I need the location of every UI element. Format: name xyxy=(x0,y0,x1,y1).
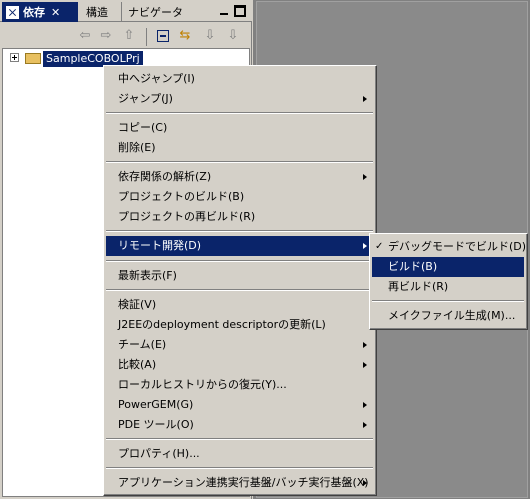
minimize-icon[interactable] xyxy=(218,5,230,17)
menu-item-label: PowerGEM(G) xyxy=(118,398,194,411)
menu-item-label: 中へジャンプ(I) xyxy=(118,72,195,85)
menu-item-copy[interactable]: コピー(C) xyxy=(106,118,373,138)
tab-structure-label: 構造 xyxy=(86,6,108,19)
menu-separator xyxy=(106,289,373,291)
collapse-all-icon[interactable] xyxy=(157,30,169,42)
submenu-item-debug-build[interactable]: ✓ デバッグモードでビルド(D) xyxy=(372,237,527,257)
menu-item-label: 削除(E) xyxy=(118,141,156,154)
menu-separator xyxy=(106,161,373,163)
menu-item-label: コピー(C) xyxy=(118,121,168,134)
remote-development-submenu: ✓ デバッグモードでビルド(D) ビルド(B) 再ビルド(R) メイクファイル生成… xyxy=(369,233,528,330)
menu-item-label: ビルド(B) xyxy=(388,260,438,273)
view-menu-icon xyxy=(6,5,19,19)
menu-item-label: プロパティ(H)... xyxy=(118,447,200,460)
menu-item-app-integration-batch[interactable]: アプリケーション連携実行基盤/バッチ実行基盤(X) xyxy=(106,473,373,493)
menu-item-label: メイクファイル生成(M)... xyxy=(388,309,516,322)
link-editor-icon[interactable]: ⇆ xyxy=(178,29,192,43)
pin-icon[interactable]: ⇩ xyxy=(226,29,240,43)
menu-item-label: リモート開発(D) xyxy=(118,239,202,252)
menu-separator xyxy=(106,112,373,114)
submenu-item-rebuild[interactable]: 再ビルド(R) xyxy=(372,277,524,297)
menu-item-powergem[interactable]: PowerGEM(G) xyxy=(106,395,373,415)
tab-navigator-label: ナビゲータ xyxy=(128,6,183,19)
tab-structure[interactable]: 構造 xyxy=(82,2,122,22)
submenu-arrow-icon xyxy=(363,362,367,368)
pin-icon[interactable]: ⇩ xyxy=(203,29,217,43)
checkmark-icon: ✓ xyxy=(375,241,384,252)
submenu-arrow-icon xyxy=(363,96,367,102)
back-arrow-icon[interactable]: ⇦ xyxy=(78,29,92,43)
menu-item-label: PDE ツール(O) xyxy=(118,418,194,431)
menu-item-label: チーム(E) xyxy=(118,338,167,351)
submenu-arrow-icon xyxy=(363,402,367,408)
up-folder-icon[interactable]: ⇧ xyxy=(122,29,136,43)
menu-item-restore-local-history[interactable]: ローカルヒストリからの復元(Y)... xyxy=(106,375,373,395)
forward-arrow-icon[interactable]: ⇨ xyxy=(99,29,113,43)
menu-item-build-project[interactable]: プロジェクトのビルド(B) xyxy=(106,187,373,207)
menu-separator xyxy=(372,300,524,302)
menu-item-dependency-analysis[interactable]: 依存関係の解析(Z) xyxy=(106,167,373,187)
menu-item-remote-development[interactable]: リモート開発(D) xyxy=(106,236,373,256)
maximize-icon[interactable] xyxy=(234,5,246,17)
menu-item-label: 検証(V) xyxy=(118,298,157,311)
menu-item-delete[interactable]: 削除(E) xyxy=(106,138,373,158)
submenu-arrow-icon xyxy=(363,174,367,180)
menu-item-label: ジャンプ(J) xyxy=(118,92,173,105)
submenu-arrow-icon xyxy=(363,422,367,428)
menu-item-label: 比較(A) xyxy=(118,358,157,371)
expand-icon[interactable] xyxy=(10,53,19,62)
menu-separator xyxy=(106,438,373,440)
menu-item-rebuild-project[interactable]: プロジェクトの再ビルド(R) xyxy=(106,207,373,227)
menu-item-compare[interactable]: 比較(A) xyxy=(106,355,373,375)
context-menu: 中へジャンプ(I) ジャンプ(J) コピー(C) 削除(E) 依存関係の解析(Z… xyxy=(103,65,377,496)
close-icon[interactable]: ✕ xyxy=(51,6,60,19)
menu-item-validate[interactable]: 検証(V) xyxy=(106,295,373,315)
menu-item-label: 最新表示(F) xyxy=(118,269,177,282)
menu-separator xyxy=(106,260,373,262)
menu-item-go-into[interactable]: 中へジャンプ(I) xyxy=(106,69,373,89)
menu-separator xyxy=(106,230,373,232)
menu-item-pde-tools[interactable]: PDE ツール(O) xyxy=(106,415,373,435)
menu-item-label: 依存関係の解析(Z) xyxy=(118,170,212,183)
submenu-item-generate-makefile[interactable]: メイクファイル生成(M)... xyxy=(372,306,524,326)
menu-item-team[interactable]: チーム(E) xyxy=(106,335,373,355)
toolbar-separator xyxy=(146,28,147,46)
menu-item-label: プロジェクトの再ビルド(R) xyxy=(118,210,256,223)
submenu-arrow-icon xyxy=(363,480,367,486)
menu-item-properties[interactable]: プロパティ(H)... xyxy=(106,444,373,464)
submenu-item-build[interactable]: ビルド(B) xyxy=(372,257,524,277)
menu-separator xyxy=(106,467,373,469)
menu-item-label: プロジェクトのビルド(B) xyxy=(118,190,245,203)
submenu-arrow-icon xyxy=(363,342,367,348)
project-folder-icon xyxy=(25,53,41,64)
menu-item-label: アプリケーション連携実行基盤/バッチ実行基盤(X) xyxy=(118,476,369,489)
menu-item-label: 再ビルド(R) xyxy=(388,280,449,293)
tab-dependencies[interactable]: 依存 ✕ xyxy=(2,2,78,22)
menu-item-jump[interactable]: ジャンプ(J) xyxy=(106,89,373,109)
menu-item-label: J2EEのdeployment descriptorの更新(L) xyxy=(118,318,326,331)
menu-item-refresh[interactable]: 最新表示(F) xyxy=(106,266,373,286)
menu-item-update-deployment-descriptor[interactable]: J2EEのdeployment descriptorの更新(L) xyxy=(106,315,373,335)
menu-item-label: デバッグモードでビルド(D) xyxy=(388,240,527,253)
tab-dependencies-label: 依存 xyxy=(23,6,45,19)
menu-item-label: ローカルヒストリからの復元(Y)... xyxy=(118,378,287,391)
tab-navigator[interactable]: ナビゲータ xyxy=(124,2,186,22)
submenu-arrow-icon xyxy=(363,243,367,249)
